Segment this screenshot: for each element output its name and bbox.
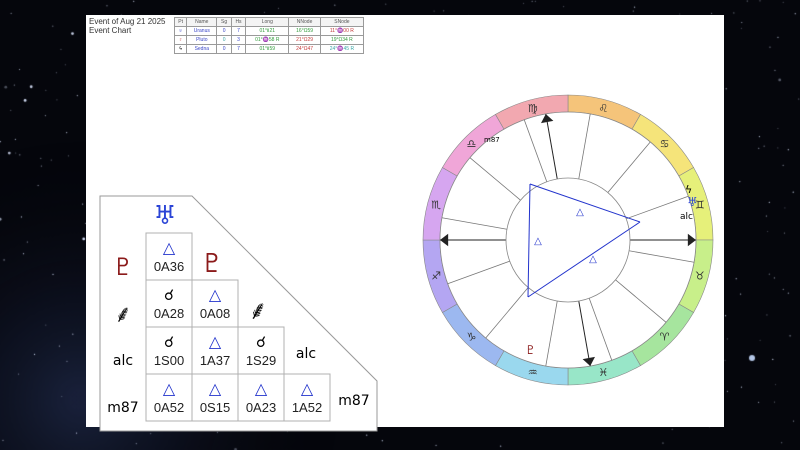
alc-marker: alc (680, 212, 693, 222)
pluto-marker: ♇ (525, 343, 536, 357)
scorpio-icon: ♏ (431, 199, 441, 212)
pisces-icon: ♓ (598, 366, 608, 379)
trine-icon: △ (576, 207, 584, 218)
leo-icon: ♌ (598, 102, 608, 115)
sedna-marker: ϟ (685, 183, 692, 196)
chart-wheel: ♌♋♊♉♈♓♒♑♐♏♎♍△△△♅alcm87♇ϟ (422, 94, 714, 386)
virgo-icon: ♍ (528, 102, 538, 115)
capricorn-icon: ♑ (467, 331, 477, 344)
uranus-marker: ♅ (687, 195, 698, 209)
aries-icon: ♈ (660, 331, 670, 344)
libra-icon: ♎ (467, 137, 477, 150)
cancer-icon: ♋ (660, 137, 670, 150)
sagittarius-icon: ♐ (431, 269, 441, 282)
m87-marker: m87 (484, 136, 500, 144)
trine-icon: △ (589, 254, 597, 265)
taurus-icon: ♉ (695, 269, 705, 282)
aquarius-icon: ♒ (528, 366, 538, 379)
trine-icon: △ (534, 236, 542, 247)
